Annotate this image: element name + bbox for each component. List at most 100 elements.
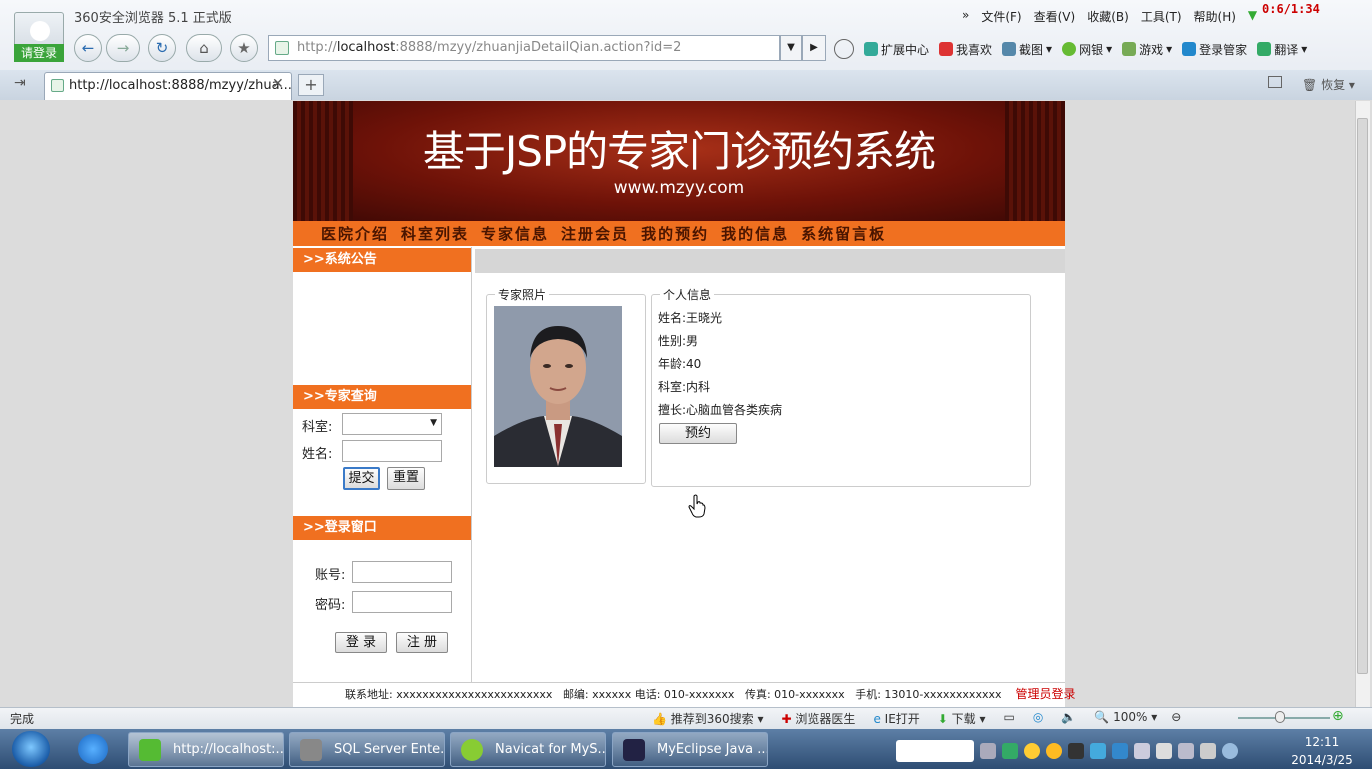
login-manager-button[interactable]: 登录管家 <box>1182 39 1247 59</box>
qq-icon[interactable] <box>1024 743 1040 759</box>
nav-message-board[interactable]: 系统留言板 <box>801 223 886 244</box>
menu-view[interactable]: 查看(V) <box>1034 8 1076 25</box>
name-search-input[interactable] <box>342 440 442 462</box>
restore-tabs-button[interactable]: 🗑 恢复 ▾ <box>1302 76 1355 93</box>
download-button[interactable]: ⬇ 下载 ▾ <box>938 710 986 727</box>
nav-hospital-intro[interactable]: 医院介绍 <box>321 223 389 244</box>
menu-favorites[interactable]: 收藏(B) <box>1087 8 1129 25</box>
scissors-icon <box>1002 42 1017 56</box>
tab-close-icon[interactable]: ✕ <box>272 76 284 92</box>
browser-doctor-button[interactable]: ✚ 浏览器医生 <box>782 710 856 727</box>
keyboard-icon[interactable] <box>980 743 996 759</box>
password-input[interactable] <box>352 591 452 613</box>
register-button[interactable]: 注 册 <box>396 632 448 653</box>
name-search-label: 姓名: <box>302 447 333 462</box>
toolbar-label: 扩展中心 <box>881 42 930 57</box>
shield-tray-icon[interactable] <box>1112 743 1128 759</box>
search-reset-button[interactable]: 重置 <box>387 467 425 490</box>
scrollbar-thumb[interactable] <box>1357 118 1368 674</box>
status-tools: 👍 推荐到360搜索 ▾ ✚ 浏览器医生 e IE打开 ⬇ 下载 ▾ ▭ ◎ 🔈… <box>652 710 1181 727</box>
volume-icon[interactable]: 🔈 <box>1061 710 1076 727</box>
monitor-icon[interactable] <box>1002 743 1018 759</box>
online-bank-button[interactable]: 网银 ▾ <box>1062 39 1112 59</box>
shield-button[interactable] <box>834 39 854 59</box>
tab-active[interactable]: http://localhost:8888/mzyy/zhua... <box>44 72 292 100</box>
screenshot-button[interactable]: 截图 ▾ <box>1002 39 1052 59</box>
nav-my-appointments[interactable]: 我的预约 <box>641 223 709 244</box>
display-icon[interactable] <box>1178 743 1194 759</box>
login-button[interactable]: 请登录 <box>14 44 64 62</box>
forward-button[interactable]: → <box>106 34 140 62</box>
start-button-icon[interactable] <box>12 731 50 767</box>
info-row-specialty: 擅长:心脑血管各类疾病 <box>658 401 782 418</box>
flag-icon[interactable] <box>1156 743 1172 759</box>
window-icon[interactable]: ▭ <box>1004 710 1015 727</box>
task-360-browser[interactable]: http://localhost:... <box>128 732 284 767</box>
recommend-360-button[interactable]: 👍 推荐到360搜索 ▾ <box>652 710 764 727</box>
menu-tools[interactable]: 工具(T) <box>1141 8 1182 25</box>
zoom-slider-knob[interactable] <box>1275 711 1285 723</box>
site-title: 基于JSP的专家门诊预约系统 <box>422 127 936 176</box>
nav-department-list[interactable]: 科室列表 <box>401 223 469 244</box>
download-arrow-icon: ⬇ <box>937 712 948 726</box>
menu-file[interactable]: 文件(F) <box>981 8 1021 25</box>
extension-center-button[interactable]: 扩展中心 <box>864 39 929 59</box>
search-tray-icon[interactable] <box>1222 743 1238 759</box>
nav-expert-info[interactable]: 专家信息 <box>481 223 549 244</box>
toolbar-label: 翻译 <box>1274 42 1299 57</box>
games-button[interactable]: 游戏 ▾ <box>1122 39 1172 59</box>
ie-icon: e <box>873 712 881 726</box>
search-submit-button[interactable]: 提交 <box>343 467 380 490</box>
admin-login-link[interactable]: 管理员登录 <box>1016 687 1076 701</box>
book-appointment-button[interactable]: 预约 <box>659 423 737 444</box>
favorite-star-button[interactable]: ★ <box>230 34 258 62</box>
arrow-right-icon: → <box>116 39 130 57</box>
site-url: www.mzyy.com <box>613 178 745 198</box>
taskbar-clock[interactable]: 12:11 2014/3/25 <box>1282 733 1362 769</box>
sidebar-toggle-icon[interactable]: ⇥ <box>14 75 26 91</box>
home-icon: ⌂ <box>199 39 209 57</box>
nav-register-member[interactable]: 注册会员 <box>561 223 629 244</box>
network-icon[interactable] <box>1090 743 1106 759</box>
back-button[interactable]: ← <box>74 34 102 62</box>
address-dropdown-button[interactable]: ▼ <box>780 35 802 61</box>
security-icon[interactable]: ◎ <box>1033 710 1043 727</box>
address-path: :8888/mzyy/zhuanjiaDetailQian.action?id=… <box>395 40 682 55</box>
power-icon[interactable] <box>1200 743 1216 759</box>
account-input[interactable] <box>352 561 452 583</box>
ie-open-button[interactable]: e IE打开 <box>873 710 919 727</box>
info-label: 姓名: <box>658 311 687 325</box>
info-row-name: 姓名:王晓光 <box>658 309 722 326</box>
go-button[interactable]: ▶ <box>802 35 826 61</box>
task-navicat[interactable]: Navicat for MyS... <box>450 732 606 767</box>
window-cascade-icon[interactable] <box>1268 76 1282 88</box>
tray-search-box[interactable] <box>896 740 974 762</box>
zoom-button[interactable]: 🔍 100% ▾ <box>1094 710 1157 727</box>
doctor-name: 王晓光 <box>686 311 723 325</box>
my-likes-button[interactable]: 我喜欢 <box>939 39 992 59</box>
hand-icon[interactable] <box>1068 743 1084 759</box>
ie-pinned-icon[interactable] <box>78 734 108 764</box>
task-myeclipse[interactable]: MyEclipse Java ... <box>612 732 768 767</box>
translate-button[interactable]: 翻译 ▾ <box>1257 39 1307 59</box>
doctor-age: 40 <box>686 357 702 371</box>
menu-chevron-icon[interactable]: » <box>962 8 969 25</box>
nav-my-info[interactable]: 我的信息 <box>721 223 789 244</box>
dept-select[interactable]: ▼ <box>342 413 442 435</box>
zoom-out-icon[interactable]: ⊖ <box>1171 710 1181 727</box>
login-submit-button[interactable]: 登 录 <box>335 632 387 653</box>
new-tab-button[interactable]: + <box>298 74 324 96</box>
refresh-button[interactable]: ↻ <box>148 34 176 62</box>
task-sql-server[interactable]: SQL Server Ente... <box>289 732 445 767</box>
address-bar[interactable]: http://localhost:8888/mzyy/zhuanjiaDetai… <box>268 35 780 61</box>
timer-readout: 0:6/1:34 <box>1262 2 1320 16</box>
menu-help[interactable]: 帮助(H) <box>1194 8 1236 25</box>
emoji-icon[interactable] <box>1046 743 1062 759</box>
home-button[interactable]: ⌂ <box>186 34 222 62</box>
shield-icon <box>834 39 854 59</box>
skin-shirt-icon[interactable]: ▼ <box>1248 8 1257 25</box>
address-host: localhost <box>336 40 396 55</box>
zoom-in-icon[interactable]: ⊕ <box>1332 708 1344 724</box>
volume-tray-icon[interactable] <box>1134 743 1150 759</box>
doctor-specialty: 心脑血管各类疾病 <box>686 403 783 417</box>
